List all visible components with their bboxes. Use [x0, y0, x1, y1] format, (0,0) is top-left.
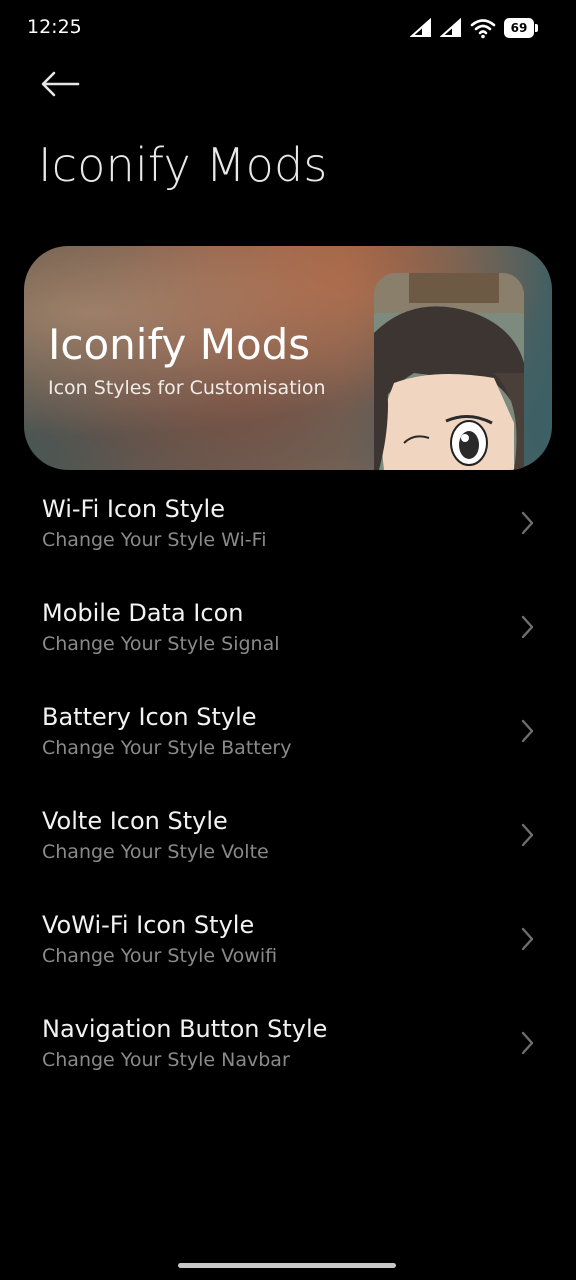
- back-arrow-icon: [41, 71, 80, 97]
- status-bar: 12:25 69: [0, 0, 576, 56]
- page-title: Iconify Mods: [38, 138, 328, 192]
- chevron-right-icon: [521, 823, 534, 847]
- chevron-right-icon: [521, 511, 534, 535]
- chevron-right-icon: [521, 719, 534, 743]
- menu-item-title: Wi-Fi Icon Style: [42, 495, 225, 523]
- menu-item-battery-icon-style[interactable]: Battery Icon Style Change Your Style Bat…: [0, 688, 576, 792]
- header-banner: Iconify Mods Icon Styles for Customisati…: [24, 246, 552, 470]
- menu-item-subtitle: Change Your Style Vowifi: [42, 945, 278, 967]
- status-icons: 69: [410, 17, 538, 39]
- menu-item-title: Volte Icon Style: [42, 807, 228, 835]
- banner-subtitle: Icon Styles for Customisation: [48, 377, 326, 399]
- menu-item-wifi-icon-style[interactable]: Wi-Fi Icon Style Change Your Style Wi-Fi: [0, 480, 576, 584]
- battery-icon: 69: [504, 18, 538, 38]
- menu-item-title: Battery Icon Style: [42, 703, 257, 731]
- menu-item-subtitle: Change Your Style Signal: [42, 633, 280, 655]
- menu-item-navigation-button-style[interactable]: Navigation Button Style Change Your Styl…: [0, 1000, 576, 1104]
- settings-menu: Wi-Fi Icon Style Change Your Style Wi-Fi…: [0, 480, 576, 1104]
- signal-icon: [440, 18, 461, 37]
- menu-item-subtitle: Change Your Style Battery: [42, 737, 292, 759]
- battery-level: 69: [504, 18, 534, 38]
- menu-item-mobile-data-icon[interactable]: Mobile Data Icon Change Your Style Signa…: [0, 584, 576, 688]
- menu-item-title: VoWi-Fi Icon Style: [42, 911, 255, 939]
- menu-item-volte-icon-style[interactable]: Volte Icon Style Change Your Style Volte: [0, 792, 576, 896]
- signal-icon: [410, 18, 431, 37]
- wifi-icon: [470, 19, 496, 39]
- menu-item-vowifi-icon-style[interactable]: VoWi-Fi Icon Style Change Your Style Vow…: [0, 896, 576, 1000]
- menu-item-title: Navigation Button Style: [42, 1015, 328, 1043]
- chevron-right-icon: [521, 927, 534, 951]
- banner-title: Iconify Mods: [48, 320, 311, 369]
- home-indicator[interactable]: [178, 1263, 396, 1268]
- menu-item-subtitle: Change Your Style Wi-Fi: [42, 529, 267, 551]
- back-button[interactable]: [38, 66, 82, 102]
- chevron-right-icon: [521, 615, 534, 639]
- menu-item-subtitle: Change Your Style Volte: [42, 841, 269, 863]
- menu-item-title: Mobile Data Icon: [42, 599, 244, 627]
- banner-illustration: [374, 273, 524, 470]
- chevron-right-icon: [521, 1031, 534, 1055]
- status-time: 12:25: [27, 16, 82, 38]
- menu-item-subtitle: Change Your Style Navbar: [42, 1049, 290, 1071]
- battery-tip: [535, 24, 538, 32]
